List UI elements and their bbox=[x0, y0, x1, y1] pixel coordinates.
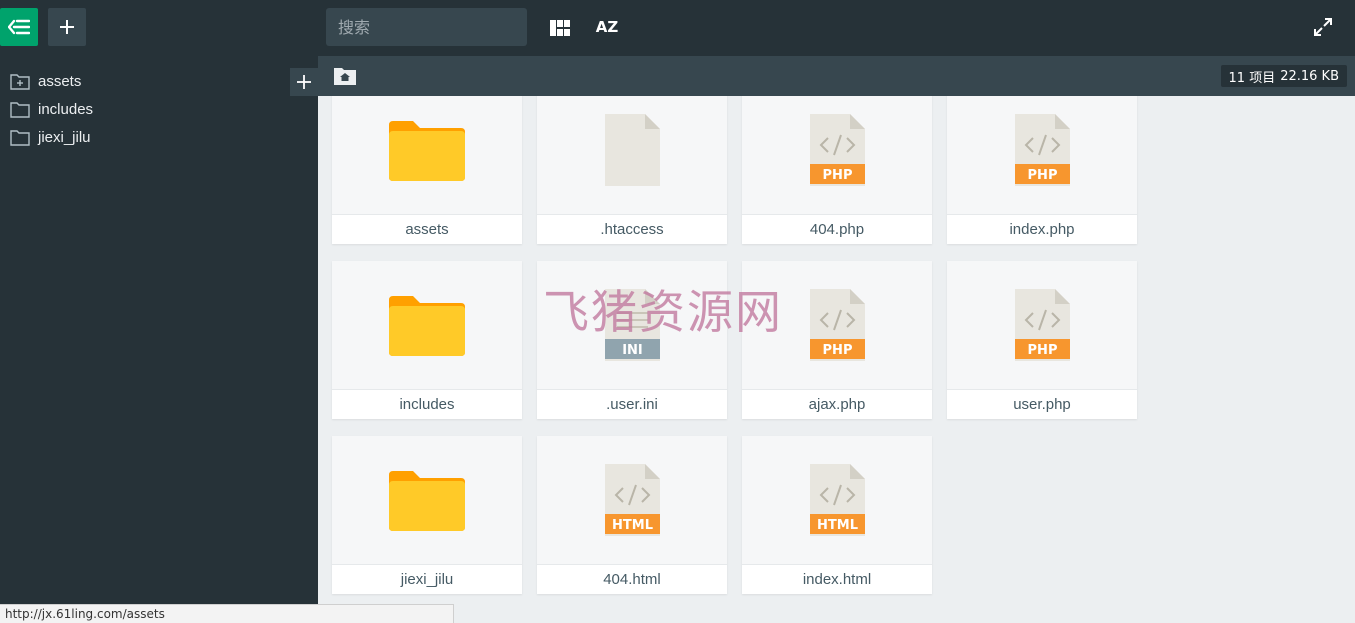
ini-file-icon: INI bbox=[604, 289, 660, 361]
file-thumbnail bbox=[332, 436, 522, 564]
file-thumbnail: HTML bbox=[742, 436, 932, 564]
html-file-icon: HTML bbox=[604, 464, 660, 536]
blank-file-icon bbox=[604, 114, 660, 186]
menu-toggle-button[interactable] bbox=[0, 8, 38, 46]
php-file-icon: PHP bbox=[1014, 289, 1070, 361]
file-thumbnail bbox=[332, 96, 522, 214]
folder-icon bbox=[389, 121, 465, 181]
file-thumbnail bbox=[332, 261, 522, 389]
file-tile[interactable]: .htaccess bbox=[537, 96, 727, 244]
sort-button[interactable]: AZ bbox=[592, 12, 622, 42]
file-name: index.html bbox=[742, 564, 932, 594]
file-name: ajax.php bbox=[742, 389, 932, 419]
php-file-icon: PHP bbox=[1014, 114, 1070, 186]
plus-icon bbox=[297, 75, 311, 89]
svg-text:INI: INI bbox=[622, 343, 643, 358]
file-name: 404.html bbox=[537, 564, 727, 594]
html-file-icon: HTML bbox=[809, 464, 865, 536]
add-button[interactable] bbox=[48, 8, 86, 46]
sidebar-item-assets[interactable]: assets bbox=[10, 70, 81, 92]
sidebar-item-includes[interactable]: includes bbox=[10, 98, 93, 120]
sidebar-add-button[interactable] bbox=[290, 68, 318, 96]
folder-plus-icon bbox=[10, 73, 30, 90]
file-name: 404.php bbox=[742, 214, 932, 244]
folder-icon bbox=[389, 471, 465, 531]
home-folder-icon bbox=[334, 68, 356, 85]
file-name: index.php bbox=[947, 214, 1137, 244]
item-count-badge: 11 项目 22.16 KB bbox=[1220, 65, 1347, 87]
path-bar: 11 项目 22.16 KB bbox=[318, 56, 1355, 96]
svg-text:HTML: HTML bbox=[612, 518, 653, 533]
home-folder-button[interactable] bbox=[334, 67, 356, 85]
file-tile[interactable]: PHP index.php bbox=[947, 96, 1137, 244]
file-thumbnail: PHP bbox=[947, 261, 1137, 389]
file-tile[interactable]: HTML 404.html bbox=[537, 436, 727, 594]
search-input[interactable] bbox=[326, 8, 527, 46]
file-tile[interactable]: HTML index.html bbox=[742, 436, 932, 594]
fullscreen-button[interactable] bbox=[1308, 12, 1338, 42]
menu-collapse-icon bbox=[8, 19, 30, 35]
file-tile[interactable]: PHP user.php bbox=[947, 261, 1137, 419]
file-name: assets bbox=[332, 214, 522, 244]
file-thumbnail bbox=[537, 96, 727, 214]
file-thumbnail: HTML bbox=[537, 436, 727, 564]
svg-text:PHP: PHP bbox=[822, 343, 852, 358]
sidebar-item-label: assets bbox=[38, 72, 82, 90]
file-tile[interactable]: includes bbox=[332, 261, 522, 419]
svg-text:PHP: PHP bbox=[1027, 343, 1057, 358]
sidebar: assets includes jiexi_jilu bbox=[0, 56, 318, 623]
file-thumbnail: PHP bbox=[742, 261, 932, 389]
file-tile[interactable]: INI .user.ini bbox=[537, 261, 727, 419]
file-name: jiexi_jilu bbox=[332, 564, 522, 594]
layout-toggle-button[interactable] bbox=[546, 14, 574, 42]
svg-text:PHP: PHP bbox=[1027, 168, 1057, 183]
file-name: .htaccess bbox=[537, 214, 727, 244]
php-file-icon: PHP bbox=[809, 114, 865, 186]
file-tile[interactable]: assets bbox=[332, 96, 522, 244]
top-bar: AZ bbox=[0, 0, 1355, 56]
svg-text:HTML: HTML bbox=[817, 518, 858, 533]
sort-az-icon: AZ bbox=[595, 18, 619, 36]
file-tile[interactable]: PHP 404.php bbox=[742, 96, 932, 244]
file-tile[interactable]: jiexi_jilu bbox=[332, 436, 522, 594]
svg-text:PHP: PHP bbox=[822, 168, 852, 183]
file-grid: assets .htaccess PHP 404.php PHP index.php in… bbox=[318, 96, 1355, 604]
grid-layout-icon bbox=[550, 20, 570, 36]
item-count: 11 项目 bbox=[1228, 70, 1276, 86]
plus-icon bbox=[60, 20, 74, 34]
fullscreen-icon bbox=[1314, 18, 1332, 36]
total-size: 22.16 KB bbox=[1280, 68, 1339, 84]
file-name: user.php bbox=[947, 389, 1137, 419]
file-tile[interactable]: PHP ajax.php bbox=[742, 261, 932, 419]
status-url: http://jx.61ling.com/assets bbox=[0, 604, 454, 623]
file-thumbnail: PHP bbox=[947, 96, 1137, 214]
file-thumbnail: PHP bbox=[742, 96, 932, 214]
sidebar-item-label: jiexi_jilu bbox=[38, 128, 91, 146]
file-thumbnail: INI bbox=[537, 261, 727, 389]
folder-icon bbox=[10, 129, 30, 146]
folder-icon bbox=[389, 296, 465, 356]
file-name: .user.ini bbox=[537, 389, 727, 419]
file-name: includes bbox=[332, 389, 522, 419]
sidebar-item-label: includes bbox=[38, 100, 94, 118]
folder-icon bbox=[10, 101, 30, 118]
php-file-icon: PHP bbox=[809, 289, 865, 361]
sidebar-item-jiexi-jilu[interactable]: jiexi_jilu bbox=[10, 126, 91, 148]
